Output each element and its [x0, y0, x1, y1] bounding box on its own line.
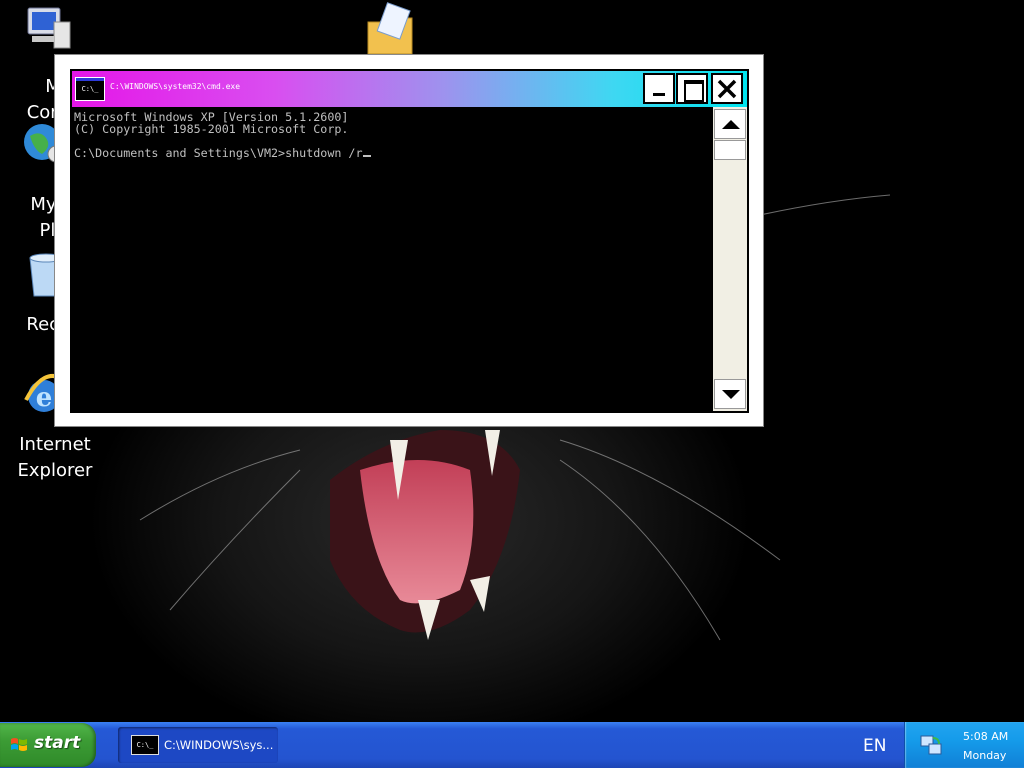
cmd-icon: C:\_: [131, 735, 159, 755]
taskbar-button-label: C:\WINDOWS\sys...: [164, 738, 274, 752]
console-prompt-line: C:\Documents and Settings\VM2>shutdown /…: [74, 147, 711, 159]
arrow-up-icon: [722, 120, 740, 129]
console-output[interactable]: Microsoft Windows XP [Version 5.1.2600](…: [72, 107, 713, 411]
cmd-icon[interactable]: C:\_: [75, 77, 105, 101]
svg-text:e: e: [36, 383, 53, 413]
cmd-window-frame: C:\_ C:\WINDOWS\system32\cmd.exe Microso…: [70, 69, 749, 413]
text-cursor: [362, 155, 371, 157]
network-connection-icon[interactable]: [919, 732, 945, 758]
minimize-button[interactable]: [643, 73, 675, 104]
desktop-icon-my-documents[interactable]: [350, 0, 450, 54]
my-computer-icon: [27, 7, 71, 49]
language-indicator[interactable]: EN: [863, 736, 886, 756]
maximize-icon: [684, 80, 704, 102]
scroll-thumb[interactable]: [714, 140, 746, 160]
taskbar-button-cmd[interactable]: C:\_ C:\WINDOWS\sys...: [118, 727, 278, 763]
clock-day: Monday: [963, 749, 1007, 762]
start-button[interactable]: start: [0, 723, 96, 767]
start-label: start: [34, 733, 81, 753]
system-tray: 5:08 AM Monday: [904, 722, 1024, 768]
cmd-window[interactable]: C:\_ C:\WINDOWS\system32\cmd.exe Microso…: [54, 54, 764, 427]
clock-time[interactable]: 5:08 AM: [963, 730, 1008, 743]
scroll-down-button[interactable]: [714, 379, 746, 409]
windows-logo-icon: [11, 738, 27, 751]
my-documents-icon: [367, 2, 413, 54]
title-bar[interactable]: C:\_ C:\WINDOWS\system32\cmd.exe: [72, 71, 747, 107]
console-line: (C) Copyright 1985-2001 Microsoft Corp.: [74, 122, 349, 136]
desktop-icon-label: Internet Explorer: [17, 434, 93, 481]
close-button[interactable]: [711, 73, 743, 104]
minimize-icon: [653, 93, 665, 96]
console-command: C:\Documents and Settings\VM2>shutdown /…: [74, 146, 363, 160]
maximize-button[interactable]: [676, 73, 708, 104]
close-icon: [717, 79, 737, 99]
window-title: C:\WINDOWS\system32\cmd.exe: [110, 82, 241, 91]
scroll-up-button[interactable]: [714, 109, 746, 139]
taskbar: start C:\_ C:\WINDOWS\sys... EN 5:08 AM …: [0, 722, 1024, 768]
vertical-scrollbar[interactable]: [713, 107, 747, 411]
arrow-down-icon: [722, 390, 740, 399]
